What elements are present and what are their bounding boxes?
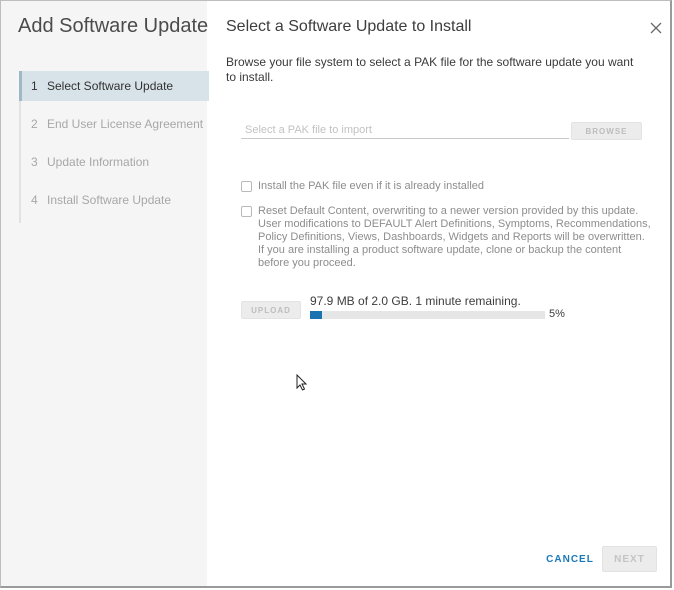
step-install-software-update[interactable]: 4 Install Software Update bbox=[21, 185, 209, 215]
step-label: Install Software Update bbox=[47, 193, 172, 207]
wizard-steps: 1 Select Software Update 2 End User Lice… bbox=[19, 71, 209, 223]
install-anyway-label[interactable]: Install the PAK file even if it is alrea… bbox=[258, 180, 484, 193]
wizard-content: Select a Software Update to Install Brow… bbox=[226, 0, 666, 588]
step-number: 4 bbox=[31, 193, 38, 207]
step-number: 2 bbox=[31, 117, 38, 131]
upload-progress-fill bbox=[310, 311, 322, 319]
install-anyway-checkbox[interactable] bbox=[241, 181, 252, 192]
browse-button[interactable]: BROWSE bbox=[571, 122, 642, 140]
option-install-even-if-installed: Install the PAK file even if it is alrea… bbox=[241, 180, 484, 193]
upload-progress-text: 97.9 MB of 2.0 GB. 1 minute remaining. bbox=[310, 294, 521, 308]
next-button[interactable]: NEXT bbox=[602, 546, 657, 572]
wizard-title: Add Software Update bbox=[18, 15, 209, 37]
upload-progress-percent: 5% bbox=[549, 308, 565, 320]
step-number: 1 bbox=[31, 79, 38, 93]
step-select-software-update[interactable]: 1 Select Software Update bbox=[19, 71, 209, 101]
page-title: Select a Software Update to Install bbox=[226, 18, 472, 35]
step-update-information[interactable]: 3 Update Information bbox=[21, 147, 209, 177]
reset-default-content-checkbox[interactable] bbox=[241, 206, 252, 217]
step-end-user-license-agreement[interactable]: 2 End User License Agreement bbox=[21, 109, 209, 139]
reset-default-content-label[interactable]: Reset Default Content, overwriting to a … bbox=[258, 205, 651, 270]
close-button[interactable] bbox=[650, 22, 662, 34]
close-icon bbox=[650, 22, 662, 34]
step-label: Update Information bbox=[47, 155, 150, 169]
option-reset-default-content: Reset Default Content, overwriting to a … bbox=[241, 205, 651, 270]
upload-progress-bar bbox=[310, 311, 545, 319]
wizard-sidebar: Add Software Update 1 Select Software Up… bbox=[1, 1, 209, 586]
step-label: Select Software Update bbox=[47, 79, 174, 93]
pak-file-input[interactable] bbox=[241, 121, 569, 139]
upload-button[interactable]: UPLOAD bbox=[241, 301, 301, 319]
step-label: End User License Agreement bbox=[47, 117, 204, 131]
mouse-pointer-icon bbox=[296, 373, 308, 396]
cancel-button[interactable]: CANCEL bbox=[544, 551, 596, 567]
page-description: Browse your file system to select a PAK … bbox=[226, 55, 634, 84]
step-number: 3 bbox=[31, 155, 38, 169]
